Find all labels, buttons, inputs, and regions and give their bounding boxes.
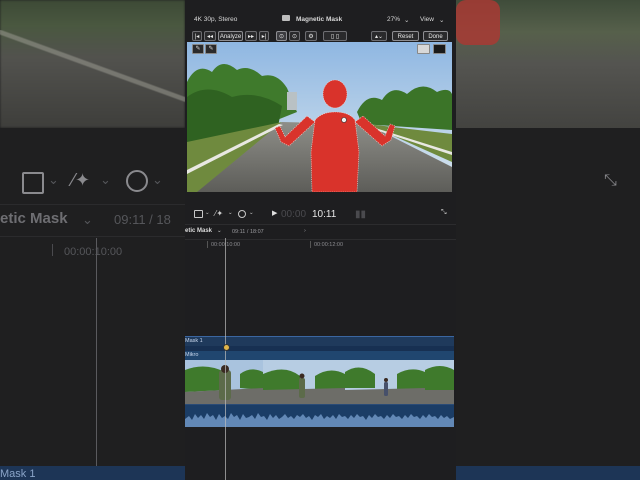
analyze-button[interactable]: Analyze [218,31,243,41]
playhead[interactable] [225,238,226,480]
timeline-position: 09:11 / 18:07 [232,229,264,235]
background-chevron-icon: ⌄ [48,172,59,187]
video-clip-label: Mikro [185,352,199,358]
format-label: 4K 30p, Stereo [194,16,238,23]
zoom-chevron-icon[interactable]: ⌄ [404,16,409,24]
editor-panel: 4K 30p, Stereo Magnetic Mask 27% ⌄ View … [185,0,456,480]
viewer-header: 4K 30p, Stereo Magnetic Mask 27% ⌄ View … [185,10,456,30]
timeline-title-chevron-icon[interactable]: ⌄ [217,228,222,234]
mask-track-label: Mask 1 [185,338,203,344]
background-title: etic Mask [0,210,68,227]
brush-erase-icon[interactable]: ✎ [205,44,217,54]
timecode-dim: 00:00 [281,209,307,220]
viewer-title: Magnetic Mask [296,16,343,23]
building [287,92,297,110]
clip-icon [282,15,290,21]
background-transform-icon [22,172,44,194]
transport-bar: ⌄ ⁄✦ ⌄ ⌄ ▶ 00:00 10:11 ▮▮ ⤡ [185,206,456,224]
timeline-title[interactable]: etic Mask [185,228,212,234]
settings-icon[interactable]: ⚙ [305,31,317,41]
background-position: 09:11 / 18 [114,212,171,227]
subtract-selection-icon[interactable]: ⊙ [289,31,300,41]
zoom-menu[interactable]: 27% [387,16,400,23]
add-selection-icon[interactable]: ⊙ [276,31,287,41]
background-ruler-mark [52,244,53,256]
background-divider-2 [0,236,185,237]
step-forward-icon[interactable]: ▸▸ [245,31,257,41]
play-icon[interactable]: ▶ [272,209,277,217]
transform-chevron-icon[interactable]: ⌄ [205,210,210,216]
overlay-view-icon[interactable] [417,44,430,54]
background-chevron-icon-4: ⌄ [82,212,93,227]
reset-button[interactable]: Reset [392,31,419,41]
view-chevron-icon[interactable]: ⌄ [439,16,444,24]
viewer-frame [187,42,452,192]
video-viewer[interactable]: ✎ ✎ [187,42,452,192]
step-back-icon[interactable]: ◂◂ [204,31,216,41]
transform-icon[interactable] [194,210,203,218]
fullscreen-icon[interactable]: ⤡ [441,209,447,217]
background-mask-hand [456,0,500,45]
ruler-mark-2 [310,241,311,248]
background-fullscreen-icon: ⤡ [604,172,617,189]
done-button[interactable]: Done [423,31,448,41]
background-divider [0,204,185,205]
timecode: 10:11 [312,209,337,220]
background-road-left [0,30,185,128]
speed-icon[interactable] [238,210,246,218]
go-to-end-icon[interactable]: ▸| [259,31,269,41]
ruler-tick-2: 00:00:12:00 [314,242,344,248]
background-chevron-icon-3: ⌄ [152,172,163,187]
thumbnail-1 [185,360,263,405]
background-chevron-icon-2: ⌄ [100,172,111,187]
magic-wand-icon[interactable]: ⁄✦ [215,209,223,218]
go-to-start-icon[interactable]: |◂ [192,31,202,41]
wand-chevron-icon[interactable]: ⌄ [228,210,233,216]
thumbnail-4 [425,360,454,405]
view-mode-toggle[interactable]: ▯ ▯ [323,31,347,41]
background-ruler-tick: 00:00:10:00 [64,246,123,258]
brush-add-icon[interactable]: ✎ [192,44,204,54]
view-menu[interactable]: View [420,16,434,23]
background-speed-icon [126,170,148,192]
background-mask-label: Mask 1 [0,468,36,480]
thumbnail-3 [345,360,425,405]
background-magic-wand-icon: ⁄✦ [72,170,91,190]
mask-keyframe-marker[interactable] [223,344,230,351]
ruler-mark-1 [207,241,208,248]
audio-meter-icon: ▮▮ [355,209,367,220]
background-mask-track-right [456,466,640,480]
timeline-forward-icon[interactable]: › [304,228,306,234]
background-playhead [96,238,97,480]
matte-view-icon[interactable] [433,44,446,54]
speed-chevron-icon[interactable]: ⌄ [249,210,254,216]
brush-menu-icon[interactable]: ▴⌄ [371,31,387,41]
thumbnail-2 [263,360,345,405]
